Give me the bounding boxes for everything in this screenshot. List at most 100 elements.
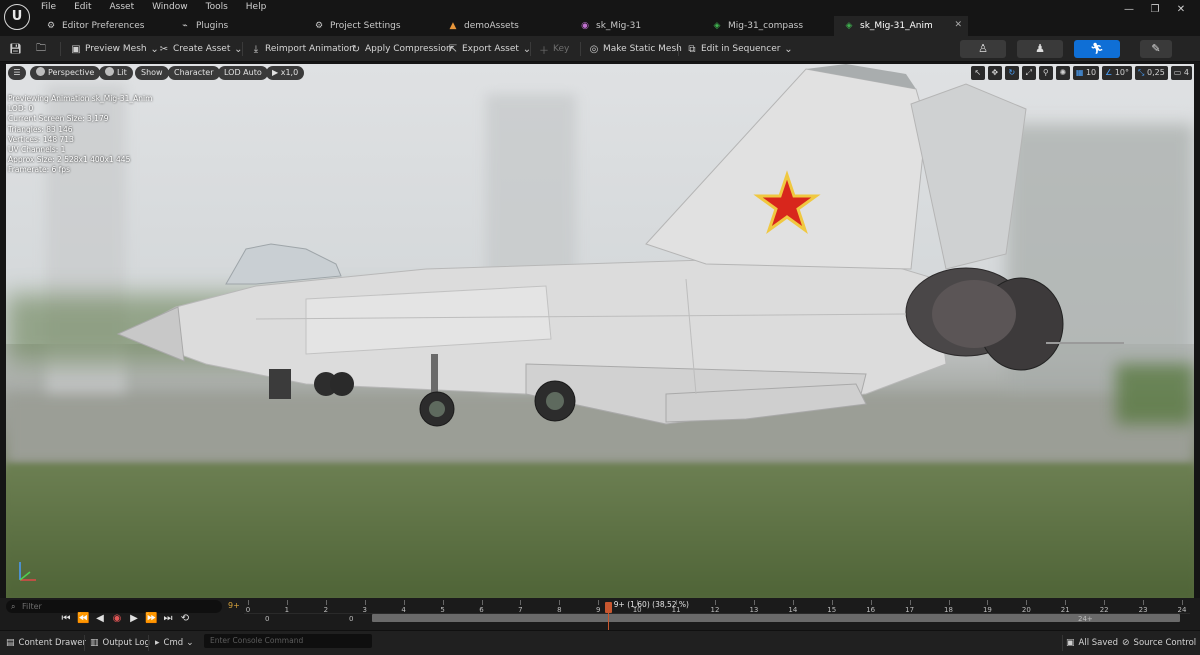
local-space-icon[interactable]: ⚲ — [1038, 66, 1053, 80]
tick-label: 22 — [1099, 606, 1109, 614]
show-button[interactable]: Show — [135, 66, 169, 80]
playhead-label: 9+ (1,60) (38,52 %) — [613, 600, 689, 609]
jump-to-start-icon[interactable]: ⏮ — [60, 612, 72, 626]
console-command-input[interactable]: Enter Console Command — [204, 634, 372, 648]
source-control-button[interactable]: ⊘ Source Control — [1122, 636, 1196, 650]
sequencer-icon: ⧉ — [688, 43, 696, 55]
menu-window[interactable]: Window — [151, 2, 189, 14]
content-drawer-button[interactable]: ▤ Content Drawer — [6, 636, 86, 650]
edit-in-sequencer-button[interactable]: ⧉ Edit in Sequencer ⌄ — [686, 41, 794, 57]
camera-speed-button[interactable]: ▭ 4 — [1170, 66, 1192, 80]
tick-label: 12 — [710, 606, 720, 614]
reimport-animation-button[interactable]: ⤓ Reimport Animation — [250, 41, 355, 57]
minimize-icon[interactable]: — — [1116, 2, 1142, 18]
create-asset-button[interactable]: ✂ Create Asset ⌄ — [158, 41, 244, 57]
tab-mig-31-compass[interactable]: ◈ Mig-31_compass — [702, 16, 834, 36]
perspective-button[interactable]: Perspective — [30, 66, 101, 80]
preview-mesh-button[interactable]: ▣ Preview Mesh ⌄ — [70, 41, 161, 57]
tick-mark — [364, 600, 366, 605]
chevron-down-icon: ⌄ — [186, 638, 194, 648]
browse-icon[interactable]: 🗀︎ — [35, 41, 50, 57]
make-static-mesh-button[interactable]: ◎ Make Static Mesh — [588, 41, 682, 57]
skeleton-mode-icon[interactable]: ♙ — [960, 40, 1006, 58]
step-forward-icon[interactable]: ⏩ — [145, 612, 157, 626]
tick-mark — [948, 600, 950, 605]
menu-edit[interactable]: Edit — [73, 2, 92, 14]
tab-label: sk_Mig-31 — [596, 21, 642, 31]
play-icon[interactable]: ▶ — [128, 612, 140, 626]
saved-icon: ▣ — [1066, 638, 1075, 648]
document-tabs: ⚙ Editor Preferences ⌁ Plugins ⚙ Project… — [36, 16, 968, 36]
playback-speed-label: x1,0 — [280, 68, 299, 77]
tab-sk-mig-31[interactable]: ◉ sk_Mig-31 — [570, 16, 702, 36]
output-log-button[interactable]: ▥ Output Log — [90, 636, 150, 650]
tab-project-settings[interactable]: ⚙ Project Settings — [304, 16, 438, 36]
wheel-hub — [546, 392, 564, 410]
cmd-dropdown[interactable]: ▸ Cmd ⌄ — [155, 636, 198, 650]
static-mesh-icon: ◎ — [589, 43, 599, 55]
menu-asset[interactable]: Asset — [109, 2, 136, 14]
grid-snap-value: 10 — [1085, 68, 1097, 77]
tab-sk-mig-31-anim[interactable]: ◈ sk_Mig-31_Anim ✕ — [834, 16, 968, 36]
tab-demo-assets[interactable]: ▲ demoAssets — [438, 16, 570, 36]
nose-cone — [116, 306, 185, 362]
tick-label: 7 — [518, 606, 523, 614]
rotate-icon[interactable]: ↻ — [1004, 66, 1019, 80]
compression-icon: ↻ — [351, 43, 361, 55]
character-button[interactable]: Character — [168, 66, 220, 80]
tick-mark — [403, 600, 405, 605]
tick-mark — [481, 600, 483, 605]
maximize-icon[interactable]: ❐ — [1142, 2, 1168, 18]
create-icon: ✂ — [159, 43, 169, 55]
unreal-logo-icon[interactable]: U — [4, 4, 30, 30]
chevron-down-icon: ⌄ — [522, 43, 532, 55]
tab-plugins[interactable]: ⌁ Plugins — [170, 16, 304, 36]
step-back-icon[interactable]: ⏪ — [77, 612, 89, 626]
camera-speed-value: 4 — [1183, 68, 1189, 77]
all-saved-button[interactable]: ▣ All Saved — [1066, 636, 1118, 650]
playback-speed-button[interactable]: ▶ x1,0 — [266, 66, 305, 80]
tick-label: 20 — [1021, 606, 1031, 614]
tick-mark — [286, 600, 288, 605]
key-button[interactable]: ＋ Key — [538, 41, 569, 57]
grid-snap-button[interactable]: ▦ 10 — [1072, 66, 1100, 80]
create-asset-label: Create Asset — [173, 44, 231, 54]
loop-icon[interactable]: ⟲ — [179, 612, 191, 626]
play-reverse-icon[interactable]: ◀ — [94, 612, 106, 626]
tick-label: 0 — [245, 606, 251, 614]
mesh-mode-icon[interactable]: ♟ — [1017, 40, 1063, 58]
save-icon[interactable]: 💾︎ — [9, 41, 24, 57]
select-icon[interactable]: ↖ — [970, 66, 985, 80]
viewport-menu-icon[interactable]: ☰ — [8, 66, 26, 80]
scale-snap-value: 0,25 — [1146, 68, 1165, 77]
preview-viewport[interactable]: ☰ Perspective Lit Show Character LOD Aut… — [6, 64, 1194, 598]
export-asset-button[interactable]: ⇱ Export Asset ⌄ — [447, 41, 533, 57]
scale-icon[interactable]: ⤢ — [1021, 66, 1036, 80]
apply-compression-label: Apply Compression — [365, 44, 452, 54]
menu-help[interactable]: Help — [245, 2, 268, 14]
translate-icon[interactable]: ✥ — [987, 66, 1002, 80]
menu-file[interactable]: File — [40, 2, 57, 14]
close-window-icon[interactable]: ✕ — [1168, 2, 1194, 18]
scale-snap-button[interactable]: ⤡ 0,25 — [1135, 66, 1168, 80]
menu-tools[interactable]: Tools — [205, 2, 229, 14]
mig-31-model[interactable] — [6, 64, 1194, 598]
tab-editor-preferences[interactable]: ⚙ Editor Preferences — [36, 16, 170, 36]
record-icon[interactable]: ◉ — [111, 612, 123, 626]
animation-mode-icon[interactable]: 🏃︎ — [1074, 40, 1120, 58]
apply-compression-button[interactable]: ↻ Apply Compression — [350, 41, 452, 57]
jump-to-end-icon[interactable]: ⏭ — [162, 612, 174, 626]
timeline-ruler[interactable]: 0 1 2 3 4 5 6 7 8 9 10 11 12 13 14 15 16 17 18 19 20 21 22 23 24… — [244, 600, 1190, 614]
animation-track-bar[interactable] — [372, 614, 1180, 622]
lod-auto-button[interactable]: LOD Auto — [218, 66, 268, 80]
rotation-snap-value: 10° — [1114, 68, 1130, 77]
divider — [242, 42, 243, 56]
asset-toolbar: 💾︎ 🗀︎ ▣ Preview Mesh ⌄ ✂ Create Asset ⌄ … — [0, 36, 1200, 62]
tick-label: 3 — [362, 606, 367, 614]
rotation-snap-button[interactable]: ∠ 10° — [1102, 66, 1133, 80]
lit-button[interactable]: Lit — [99, 66, 133, 80]
title-bar: U File Edit Asset Window Tools Help — ❐ … — [0, 0, 1200, 36]
surface-snap-icon[interactable]: ✺ — [1055, 66, 1070, 80]
close-icon[interactable]: ✕ — [954, 20, 962, 30]
settings-bulb-icon[interactable]: ✎ — [1140, 40, 1172, 58]
